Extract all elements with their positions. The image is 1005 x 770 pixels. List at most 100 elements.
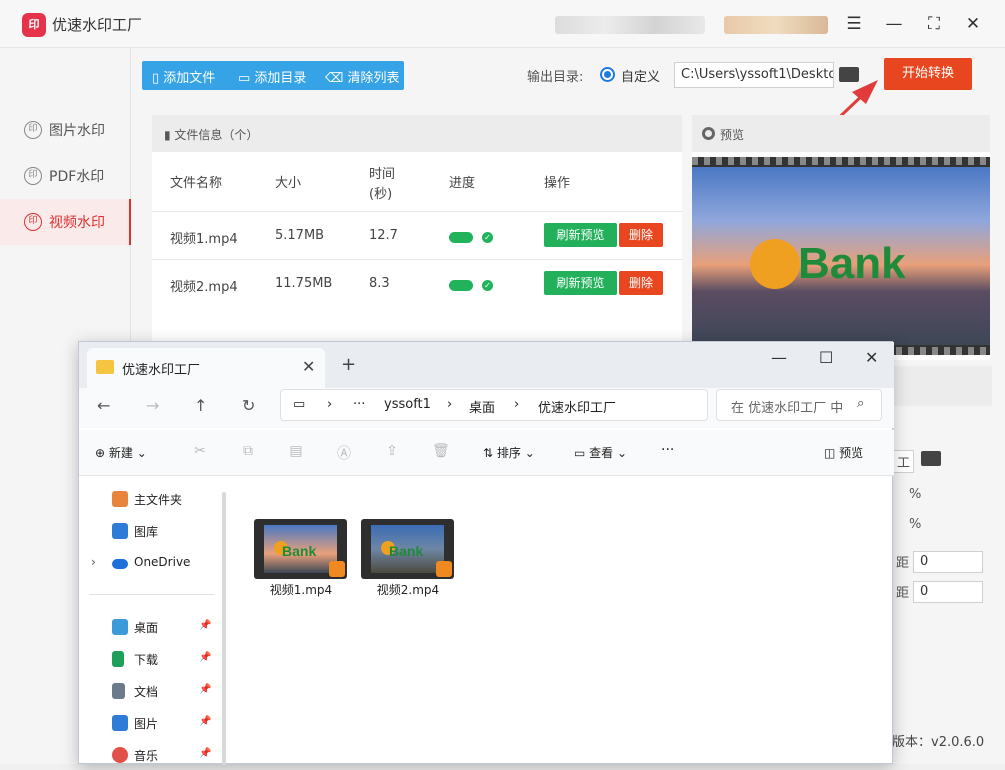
watermark-text: Bank: [798, 239, 906, 288]
refresh-preview-button[interactable]: 刷新预览: [544, 223, 617, 247]
add-file-button[interactable]: ▯ 添加文件: [152, 67, 215, 86]
delete-icon[interactable]: 🗑: [432, 443, 450, 459]
back-icon[interactable]: ←: [97, 396, 110, 415]
sidebar-item-pdf-watermark[interactable]: 印 PDF水印: [0, 153, 131, 199]
preview-pane-button[interactable]: ◫ 预览: [824, 444, 863, 461]
folder-icon[interactable]: [839, 67, 859, 82]
breadcrumb-item[interactable]: 桌面: [469, 397, 495, 416]
app-title: 优速水印工厂: [52, 16, 143, 34]
minimize-icon[interactable]: —: [771, 348, 787, 367]
file-panel-header: ▮ 文件信息（个）: [152, 115, 682, 152]
up-icon[interactable]: ↑: [194, 396, 207, 415]
rename-icon[interactable]: Ⓐ: [336, 443, 352, 462]
watermark-icon: 印: [24, 213, 42, 231]
file-name-label[interactable]: 视频1.mp4: [251, 581, 351, 598]
blurred-avatar: [724, 16, 828, 34]
nav-item-desktop[interactable]: 桌面 📌: [79, 614, 222, 642]
settings-header: [880, 366, 992, 406]
file-name: 视频1.mp4: [170, 232, 238, 247]
output-path-field[interactable]: C:\Users\yssoft1\Desktop: [674, 62, 834, 88]
nav-label: 图库: [134, 525, 159, 539]
nav-item-home[interactable]: 主文件夹: [79, 486, 222, 514]
film-strip-top: [692, 157, 990, 165]
breadcrumb-item[interactable]: 优速水印工厂: [538, 397, 616, 416]
add-dir-button[interactable]: ▭ 添加目录: [238, 67, 306, 86]
col-time-unit: (秒): [369, 187, 393, 202]
file-explorer-window: 优速水印工厂 ✕ + — ☐ ✕ ← → ↑ ↻ ▭ › ··· yssoft1…: [78, 341, 894, 765]
version-label: 版本：v2.0.6.0: [892, 735, 985, 750]
start-convert-button[interactable]: 开始转换: [884, 58, 972, 90]
paste-icon[interactable]: ▤: [288, 443, 304, 459]
file-toolbar: ▯ 添加文件 ▭ 添加目录 ⌫ 清除列表: [142, 61, 404, 90]
preview-header: 预览: [692, 115, 990, 152]
app-logo-icon: 印: [22, 13, 46, 37]
nav-label: 下载: [134, 653, 159, 667]
new-button[interactable]: ⊕ 新建 ⌄: [95, 444, 147, 461]
breadcrumb-item[interactable]: yssoft1: [384, 397, 431, 412]
custom-radio[interactable]: [600, 67, 615, 82]
nav-item-downloads[interactable]: 下载 📌: [79, 646, 222, 674]
explorer-command-bar: ⊕ 新建 ⌄ ✂ ⧉ ▤ Ⓐ ⇪ 🗑 ⇅ 排序 ⌄ ▭ 查看 ⌄ ··· ◫ 预…: [79, 430, 894, 476]
output-dir-label: 输出目录:: [527, 70, 584, 85]
more-crumbs-icon[interactable]: ···: [353, 397, 365, 412]
percent-label: %: [909, 487, 922, 502]
copy-icon[interactable]: ⧉: [240, 443, 256, 459]
spacing-stepper[interactable]: 0: [913, 551, 983, 573]
search-input[interactable]: 在 优速水印工厂 中 ⌕: [716, 389, 882, 421]
sidebar-item-label: 视频水印: [49, 215, 105, 231]
new-label: 新建: [108, 446, 133, 460]
preview-panel: 预览 Bank: [692, 115, 990, 360]
folder-icon[interactable]: [921, 451, 941, 466]
pin-icon: 📌: [199, 652, 212, 663]
sidebar-item-image-watermark[interactable]: 印 图片水印: [0, 107, 131, 153]
blurred-user-info: [555, 16, 705, 34]
font-field[interactable]: 工: [893, 450, 915, 473]
watermark-icon: 印: [24, 167, 42, 185]
refresh-icon[interactable]: ↻: [242, 396, 255, 415]
delete-button[interactable]: 删除: [619, 223, 663, 247]
clear-list-button[interactable]: ⌫ 清除列表: [325, 67, 400, 86]
picture-icon: [112, 715, 128, 731]
new-tab-icon[interactable]: +: [341, 354, 356, 375]
computer-icon[interactable]: ▭: [293, 397, 305, 412]
sort-button[interactable]: ⇅ 排序 ⌄: [483, 444, 535, 461]
nav-item-gallery[interactable]: 图库: [79, 518, 222, 546]
refresh-preview-button[interactable]: 刷新预览: [544, 271, 617, 295]
share-icon[interactable]: ⇪: [384, 443, 400, 459]
progress-bar: [449, 232, 473, 243]
minimize-icon[interactable]: —: [883, 12, 905, 36]
nav-label: OneDrive: [134, 555, 191, 569]
nav-item-onedrive[interactable]: › OneDrive: [79, 550, 222, 578]
delete-button[interactable]: 删除: [619, 271, 663, 295]
sidebar-item-video-watermark[interactable]: 印 视频水印: [0, 199, 131, 245]
explorer-tab[interactable]: 优速水印工厂 ✕: [87, 348, 325, 388]
nav-scrollbar[interactable]: [222, 492, 226, 765]
file-name-label[interactable]: 视频2.mp4: [358, 581, 458, 598]
gear-icon: [702, 127, 715, 140]
menu-icon[interactable]: ☰: [843, 12, 865, 36]
video-file-thumbnail[interactable]: Bank: [254, 519, 347, 579]
maximize-icon[interactable]: ⛶: [923, 12, 945, 36]
close-tab-icon[interactable]: ✕: [302, 357, 315, 376]
spacing-stepper[interactable]: 0: [913, 581, 983, 603]
video-file-thumbnail[interactable]: Bank: [361, 519, 454, 579]
chevron-right-icon[interactable]: ›: [91, 555, 96, 569]
nav-item-documents[interactable]: 文档 📌: [79, 678, 222, 706]
maximize-icon[interactable]: ☐: [819, 348, 833, 367]
close-icon[interactable]: ✕: [962, 12, 984, 36]
forward-icon[interactable]: →: [146, 396, 159, 415]
address-bar[interactable]: ▭ › ··· yssoft1 › 桌面 › 优速水印工厂: [280, 389, 708, 421]
add-file-label: 添加文件: [163, 71, 216, 86]
folder-icon: [96, 360, 114, 374]
view-button[interactable]: ▭ 查看 ⌄: [574, 444, 627, 461]
play-icon: [436, 561, 452, 577]
col-time: 时间: [369, 167, 396, 182]
close-icon[interactable]: ✕: [865, 348, 878, 367]
pin-icon: 📌: [199, 620, 212, 631]
cut-icon[interactable]: ✂: [192, 443, 208, 459]
watermark-circle-icon: [750, 239, 800, 289]
nav-item-music[interactable]: 音乐 📌: [79, 742, 222, 770]
watermark-logo: Bank: [750, 237, 940, 297]
more-options-icon[interactable]: ···: [661, 442, 674, 458]
nav-item-pictures[interactable]: 图片 📌: [79, 710, 222, 738]
